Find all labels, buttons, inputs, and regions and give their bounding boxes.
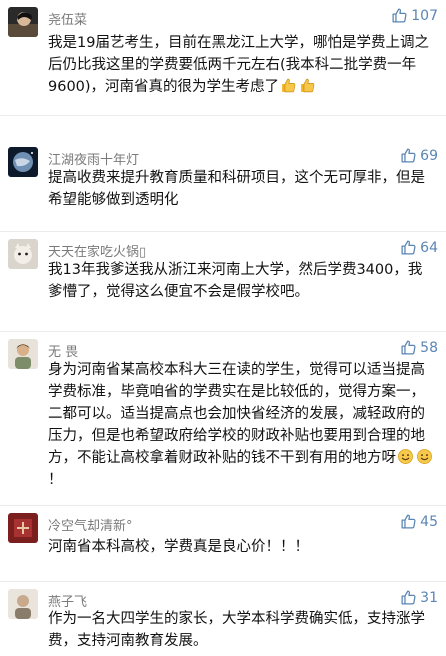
thumbs-up-emoji bbox=[299, 77, 316, 94]
comment-text-wrap: 提高收费来提升教育质量和科研项目，这个无可厚非，但是希望能够做到透明化 bbox=[48, 167, 434, 211]
comment-item: 冷空气却清新° 45 河南省本科高校，学费真是良心价！！！ bbox=[0, 506, 446, 582]
avatar[interactable] bbox=[8, 589, 38, 619]
comment-text: 河南省本科高校，学费真是良心价！！！ bbox=[48, 539, 309, 555]
comment-item: 尧伍菜 107 我是19届艺考生，目前在黑龙江上大学，哪怕是学费上调之后仍比我这… bbox=[0, 0, 446, 116]
username[interactable]: 冷空气却清新° bbox=[48, 515, 133, 534]
thumbs-up-icon bbox=[401, 514, 416, 529]
smile-emoji bbox=[416, 448, 433, 465]
like-button[interactable]: 45 bbox=[400, 513, 438, 530]
like-count: 69 bbox=[420, 147, 438, 164]
comment-list: 尧伍菜 107 我是19届艺考生，目前在黑龙江上大学，哪怕是学费上调之后仍比我这… bbox=[0, 0, 446, 656]
like-count: 31 bbox=[420, 589, 438, 606]
comment-text-wrap: 作为一名大四学生的家长，大学本科学费确实低，支持涨学费，支持河南教育发展。 bbox=[48, 608, 434, 652]
thumbs-up-icon bbox=[401, 148, 416, 163]
avatar[interactable] bbox=[8, 239, 38, 269]
thumbs-up-icon bbox=[401, 340, 416, 355]
like-button[interactable]: 107 bbox=[391, 7, 438, 24]
username[interactable]: 无 畏 bbox=[48, 341, 78, 360]
like-button[interactable]: 64 bbox=[400, 239, 438, 256]
username[interactable]: 江湖夜雨十年灯 bbox=[48, 149, 139, 168]
comment-text: 提高收费来提升教育质量和科研项目，这个无可厚非，但是希望能够做到透明化 bbox=[48, 170, 425, 208]
username[interactable]: 天天在家吃火锅▯ bbox=[48, 241, 146, 260]
comment-text: 作为一名大四学生的家长，大学本科学费确实低，支持涨学费，支持河南教育发展。 bbox=[48, 611, 425, 649]
like-count: 58 bbox=[420, 339, 438, 356]
avatar[interactable] bbox=[8, 513, 38, 543]
smile-emoji bbox=[397, 448, 414, 465]
comment-item: 无 畏 58 身为河南省某高校本科大三在读的学生，觉得可以适当提高学费标准，毕竟… bbox=[0, 332, 446, 506]
comment-text-wrap: 身为河南省某高校本科大三在读的学生，觉得可以适当提高学费标准，毕竟咱省的学费实在… bbox=[48, 359, 434, 491]
like-button[interactable]: 31 bbox=[400, 589, 438, 606]
like-count: 45 bbox=[420, 513, 438, 530]
comment-text: 我是19届艺考生，目前在黑龙江上大学，哪怕是学费上调之后仍比我这里的学费要低两千… bbox=[48, 35, 429, 95]
comment-item: 天天在家吃火锅▯ 64 我13年我爹送我从浙江来河南上大学，然后学费3400，我… bbox=[0, 232, 446, 332]
comment-text: 身为河南省某高校本科大三在读的学生，觉得可以适当提高学费标准，毕竟咱省的学费实在… bbox=[48, 362, 425, 466]
comment-item: 燕子飞 31 作为一名大四学生的家长，大学本科学费确实低，支持涨学费，支持河南教… bbox=[0, 582, 446, 656]
thumbs-up-icon bbox=[392, 8, 407, 23]
like-count: 64 bbox=[420, 239, 438, 256]
thumbs-up-icon bbox=[401, 240, 416, 255]
avatar[interactable] bbox=[8, 147, 38, 177]
comment-text-wrap: 河南省本科高校，学费真是良心价！！！ bbox=[48, 536, 434, 558]
comment-text: 我13年我爹送我从浙江来河南上大学，然后学费3400，我爹懵了，觉得这么便宜不会… bbox=[48, 262, 423, 300]
comment-text-wrap: 我13年我爹送我从浙江来河南上大学，然后学费3400，我爹懵了，觉得这么便宜不会… bbox=[48, 259, 434, 303]
comment-tail: ！ bbox=[48, 472, 63, 488]
like-button[interactable]: 69 bbox=[400, 147, 438, 164]
username[interactable]: 尧伍菜 bbox=[48, 9, 87, 28]
thumbs-up-emoji bbox=[280, 77, 297, 94]
avatar[interactable] bbox=[8, 339, 38, 369]
like-count: 107 bbox=[411, 7, 438, 24]
thumbs-up-icon bbox=[401, 590, 416, 605]
avatar[interactable] bbox=[8, 7, 38, 37]
like-button[interactable]: 58 bbox=[400, 339, 438, 356]
comment-text-wrap: 我是19届艺考生，目前在黑龙江上大学，哪怕是学费上调之后仍比我这里的学费要低两千… bbox=[48, 32, 434, 98]
comment-item: 江湖夜雨十年灯 69 提高收费来提升教育质量和科研项目，这个无可厚非，但是希望能… bbox=[0, 140, 446, 232]
